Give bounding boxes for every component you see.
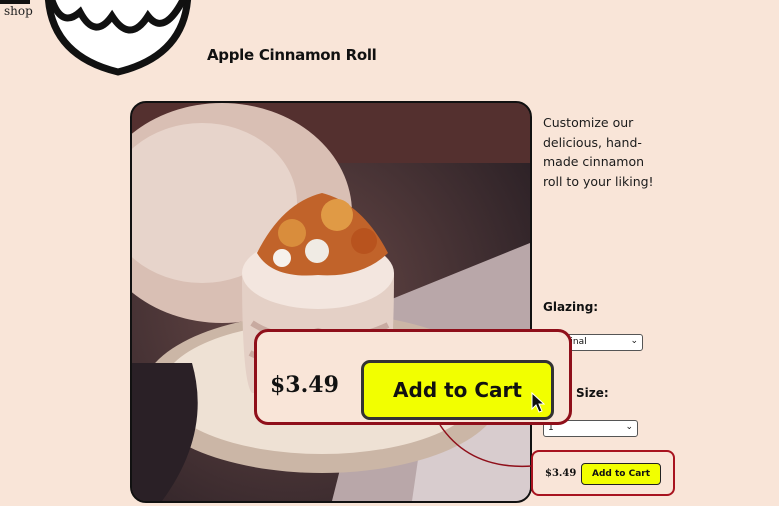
chevron-down-icon: ⌄ [630,336,638,346]
product-photo [130,101,532,503]
product-title: Apple Cinnamon Roll [207,46,377,64]
product-description: Customize our delicious, hand-made cinna… [543,115,654,189]
glazing-label: Glazing: [543,300,599,314]
pack-size-label: Size: [576,386,609,400]
add-to-cart-button[interactable]: Add to Cart [581,463,661,485]
zoom-callout: $3.49 Add to Cart [254,329,572,425]
price-label: $3.49 [545,468,577,479]
zoomed-add-to-cart-button[interactable]: Add to Cart [361,360,554,420]
cinnamon-roll-logo-icon [44,0,192,76]
mouse-cursor-icon [531,392,545,413]
logo-text: shop [4,4,33,18]
cart-section-highlight: $3.49 Add to Cart [531,450,675,496]
zoomed-price-label: $3.49 [270,372,339,398]
chevron-down-icon: ⌄ [625,422,633,432]
